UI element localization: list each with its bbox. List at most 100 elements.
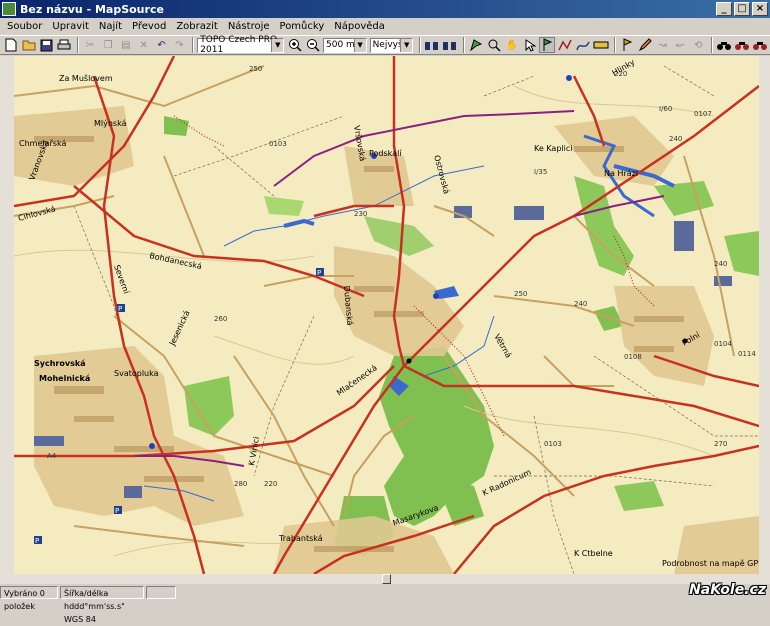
scrollbar-thumb[interactable] [382,574,391,584]
title-bar: Bez názvu - MapSource _ □ × [0,0,770,18]
toolbar-separator [711,37,714,53]
pencil-icon[interactable] [637,37,653,53]
site-watermark: NaKole.cz [689,582,766,598]
datum-text: WGS 84 [64,614,96,624]
road-number-label: 0107 [694,110,712,118]
street-label: Mohelnická [39,374,90,383]
waypoint-tool-icon[interactable] [539,37,556,53]
app-icon [2,2,16,16]
status-cell-empty [146,585,176,599]
binoculars-icon[interactable] [716,37,732,53]
street-label: Svatopluka [114,369,159,378]
toolbar-separator [192,37,195,53]
street-label: K Ctbelne [574,549,613,558]
elevation-label: 280 [234,480,247,488]
toolbar: ✂ ❐ ▤ ✕ ↶ ↷ TOPO Czech PRO 2011 ▼ 500 m … [0,35,770,55]
map-product-select[interactable]: TOPO Czech PRO 2011 ▼ [197,35,285,55]
map-view[interactable]: P P P P 0103 0103 0104 0107 0108 0114 I/… [14,56,759,574]
menu-najit[interactable]: Najít [94,21,127,32]
waypoint-new-icon[interactable] [619,37,635,53]
coordinate-format-status: Šířka/délka hddd°mm'ss.s" WGS 84 [60,585,144,624]
zoom-out-icon[interactable] [305,37,321,53]
selection-status: Vybráno 0 položek [0,585,58,611]
right-panel-edge [759,56,770,574]
route-new-icon[interactable]: ↝ [655,37,671,53]
elevation-label: 270 [714,440,727,448]
horizontal-scrollbar[interactable] [0,574,770,584]
undo-icon[interactable]: ↶ [154,37,170,53]
menu-pomucky[interactable]: Pomůcky [275,21,330,32]
delete-icon[interactable]: ✕ [136,37,152,53]
street-label: Podskalí [369,149,402,158]
open-folder-icon[interactable] [21,37,37,53]
paste-icon[interactable]: ▤ [118,37,134,53]
map-detail-note: Podrobnost na mapě GPS [662,559,759,568]
device-receive-icon[interactable] [424,37,440,53]
track-new-icon[interactable]: ↜ [672,37,688,53]
distance-tool-icon[interactable] [593,37,609,53]
menu-napoveda[interactable]: Nápověda [329,21,390,32]
close-button[interactable]: × [752,2,768,16]
copy-icon[interactable]: ❐ [100,37,116,53]
elevation-label: 230 [354,210,367,218]
minimize-button[interactable]: _ [716,2,732,16]
street-label: Ostrovská [432,154,451,195]
elevation-label: 240 [714,260,727,268]
street-label: Mlačenecká [334,362,378,397]
toolbar-separator [613,37,616,53]
detail-select[interactable]: Nejvyšší ▼ [369,37,414,53]
elevation-label: 250 [249,65,262,73]
svg-text:P: P [35,537,39,545]
road-number-label: 0103 [269,140,287,148]
print-icon[interactable] [56,37,72,53]
toolbar-separator [77,37,80,53]
new-file-icon[interactable] [3,37,19,53]
scale-select[interactable]: 500 m ▼ [323,37,367,53]
map-select-icon[interactable] [468,37,484,53]
track-tool-icon[interactable] [575,37,591,53]
road-number-label: 0108 [624,353,642,361]
window-title: Bez názvu - MapSource [20,2,164,16]
road-number-label: I/35 [534,168,547,176]
map-canvas[interactable]: P P P P 0103 0103 0104 0107 0108 0114 I/… [14,56,759,574]
street-label: Bohdanecská [149,251,203,271]
street-label: Mlýnská [94,119,127,128]
elevation-label: 260 [214,315,227,323]
find-places-icon[interactable] [752,37,768,53]
zoom-tool-icon[interactable] [486,37,502,53]
route-tool-icon[interactable] [557,37,573,53]
elevation-label: 240 [574,300,587,308]
menu-soubor[interactable]: Soubor [2,21,47,32]
road-number-label: I/60 [659,105,672,113]
redo-icon[interactable]: ↷ [171,37,187,53]
street-label: Trabantská [278,534,323,543]
road-number-label: A4 [47,452,57,460]
selection-tool-icon[interactable] [522,37,538,53]
menu-zobrazit[interactable]: Zobrazit [171,21,223,32]
find-address-icon[interactable] [734,37,750,53]
toolbar-separator [419,37,422,53]
menu-upravit[interactable]: Upravit [47,21,94,32]
vertical-scrollbar[interactable] [0,56,14,574]
cut-icon[interactable]: ✂ [82,37,98,53]
device-send-icon[interactable] [442,37,458,53]
svg-text:P: P [115,507,119,515]
street-label: Sychrovská [34,359,86,368]
save-icon[interactable] [39,37,55,53]
street-label: Jesenická [167,309,191,348]
svg-text:P: P [317,269,321,277]
street-label: Větrná [492,333,513,360]
route-edit-icon[interactable]: ⟲ [690,37,706,53]
hand-tool-icon[interactable]: ✋ [504,37,520,53]
elevation-label: 240 [669,135,682,143]
road-number-label: 0114 [738,350,756,358]
chevron-down-icon: ▼ [271,38,284,52]
menu-nastroje[interactable]: Nástroje [223,21,275,32]
menu-prevod[interactable]: Převod [127,21,171,32]
toolbar-separator [463,37,466,53]
street-label: Severní [112,264,131,296]
zoom-in-icon[interactable] [287,37,303,53]
maximize-button[interactable]: □ [734,2,750,16]
svg-text:P: P [118,305,122,313]
elevation-label: 250 [514,290,527,298]
